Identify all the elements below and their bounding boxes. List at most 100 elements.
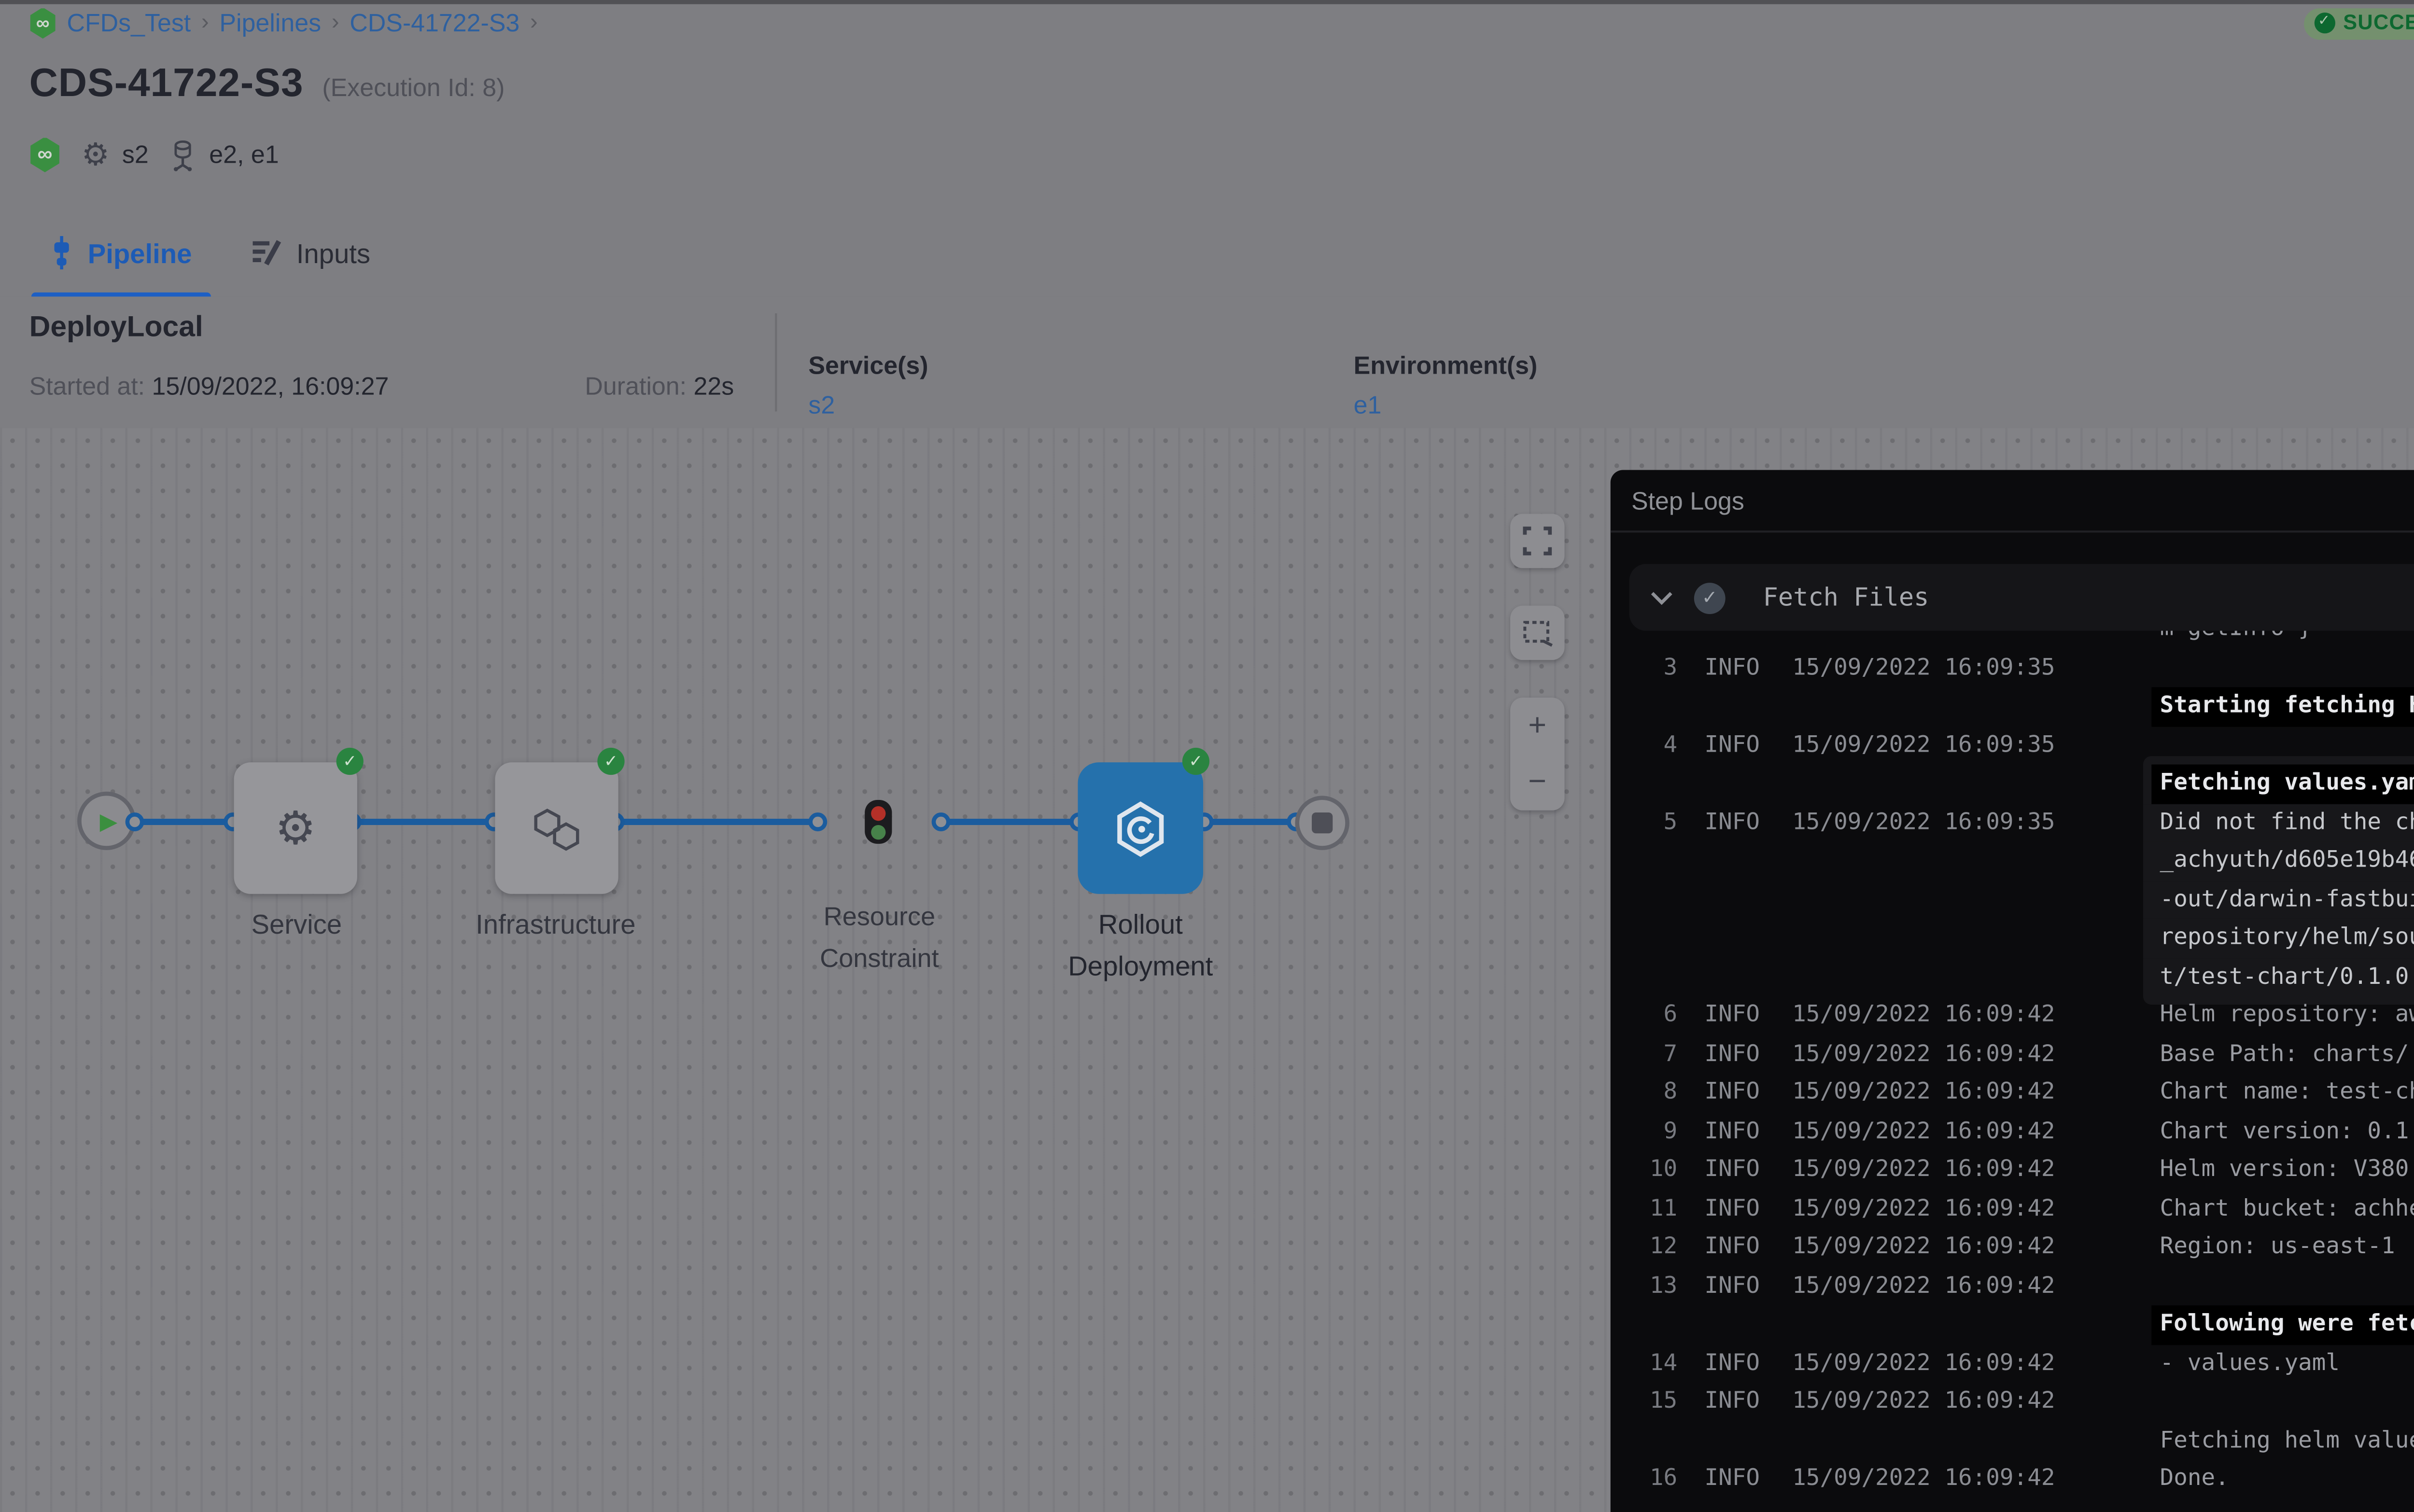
rollout-success-icon: ✓ bbox=[1182, 748, 1209, 775]
meta-row: ∞ ⚙ s2 e2, e1 bbox=[29, 134, 279, 176]
edge bbox=[614, 818, 817, 824]
service-node[interactable]: ⚙ bbox=[234, 762, 357, 894]
log-timestamp: 15/09/2022 16:09:42 bbox=[1792, 1151, 2055, 1190]
service-gear-icon: ⚙ bbox=[82, 139, 110, 170]
breadcrumb-pipeline-name[interactable]: CDS-41722-S3 bbox=[350, 8, 519, 38]
log-level: INFO bbox=[1704, 1383, 1760, 1421]
service-chip-label: s2 bbox=[122, 140, 149, 169]
log-line-number: 14 bbox=[1619, 1344, 1677, 1383]
log-row: repository/helm/source/93602db7-89f2-317… bbox=[1611, 919, 2414, 958]
log-level: INFO bbox=[1704, 1267, 1760, 1305]
step-logs-title: Step Logs bbox=[1631, 486, 1744, 515]
page-title: CDS-41722-S3 bbox=[29, 63, 304, 109]
breadcrumb-project[interactable]: CFDs_Test bbox=[67, 8, 191, 38]
marquee-select-icon bbox=[1522, 619, 1553, 646]
execution-id: (Execution Id: 8) bbox=[322, 73, 505, 102]
tab-bar: Pipeline Inputs Console View bbox=[0, 209, 2414, 299]
canvas-zoom-controls: + − bbox=[1510, 698, 1564, 811]
environments-chip[interactable]: e2, e1 bbox=[169, 139, 279, 170]
log-timestamp: 15/09/2022 16:09:35 bbox=[1792, 803, 2055, 842]
log-message: Done. bbox=[2160, 1460, 2229, 1498]
log-row: 10INFO15/09/2022 16:09:42Helm version: V… bbox=[1611, 1151, 2414, 1190]
breadcrumb-pipelines[interactable]: Pipelines bbox=[219, 8, 321, 38]
canvas-select-button[interactable] bbox=[1510, 606, 1564, 660]
log-level: INFO bbox=[1704, 1112, 1760, 1151]
log-message: repository/helm/source/93602db7-89f2-317… bbox=[2160, 919, 2414, 958]
log-row: Fetching helm values completed successfu… bbox=[1611, 1421, 2414, 1460]
helm-step-icon bbox=[1113, 799, 1167, 857]
log-level: INFO bbox=[1704, 648, 1760, 687]
harness-pipeline-execution-page: ∞ CFDs_Test › Pipelines › CDS-41722-S3 ›… bbox=[0, 0, 2414, 1512]
log-line-number: 9 bbox=[1619, 1112, 1677, 1151]
log-timestamp: 15/09/2022 16:09:42 bbox=[1792, 1344, 2055, 1383]
log-level: INFO bbox=[1704, 1228, 1760, 1267]
log-level: INFO bbox=[1704, 1035, 1760, 1074]
execution-status-row: ✓ SUCCESS Start time 15/09/2022 16:09:26… bbox=[2303, 4, 2414, 42]
log-timestamp: 15/09/2022 16:09:35 bbox=[1792, 648, 2055, 687]
status-badge-label: SUCCESS bbox=[2343, 12, 2414, 35]
stop-icon bbox=[1312, 812, 1333, 833]
breadcrumb-separator: › bbox=[332, 11, 339, 36]
stage-environments: Environment(s) e1 bbox=[1354, 351, 1538, 420]
service-success-icon: ✓ bbox=[337, 748, 364, 775]
resource-constraint-node[interactable] bbox=[865, 800, 892, 844]
collapse-chevron-icon[interactable] bbox=[1650, 590, 1673, 604]
edge bbox=[134, 818, 232, 824]
services-value[interactable]: s2 bbox=[808, 391, 928, 420]
resource-constraint-label: Resource Constraint bbox=[786, 896, 973, 980]
infrastructure-node[interactable] bbox=[495, 762, 618, 894]
started-at-label: Started at: bbox=[29, 372, 152, 401]
log-message: Fetching helm values completed successfu… bbox=[2160, 1421, 2414, 1460]
log-message: Helm version: V380 bbox=[2160, 1151, 2409, 1190]
stage-duration: Duration: 22s bbox=[585, 372, 734, 401]
log-row: Fetching values.yaml from helm chart rep… bbox=[1611, 764, 2414, 803]
log-level: INFO bbox=[1704, 1190, 1760, 1228]
log-message: t/test-chart/0.1.0 bbox=[2160, 958, 2409, 996]
log-timestamp: 15/09/2022 16:09:42 bbox=[1792, 1383, 2055, 1421]
success-check-icon: ✓ bbox=[2314, 13, 2335, 33]
log-row: Following were fetched successfully : bbox=[1611, 1305, 2414, 1344]
environments-label: Environment(s) bbox=[1354, 351, 1538, 380]
tab-inputs-label: Inputs bbox=[296, 237, 370, 268]
environments-value[interactable]: e1 bbox=[1354, 391, 1538, 420]
log-timestamp: 15/09/2022 16:09:42 bbox=[1792, 1190, 2055, 1228]
stage-started: Started at: 15/09/2022, 16:09:27 bbox=[29, 372, 389, 401]
log-row: 8INFO15/09/2022 16:09:42Chart name: test… bbox=[1611, 1074, 2414, 1112]
zoom-out-button[interactable]: − bbox=[1510, 754, 1564, 811]
step-section-title: Fetch Files bbox=[1763, 583, 1929, 612]
window-top-edge bbox=[0, 0, 2414, 4]
title-row: CDS-41722-S3 (Execution Id: 8) bbox=[29, 63, 505, 109]
log-line-number: 6 bbox=[1619, 996, 1677, 1035]
canvas-fullscreen-button[interactable] bbox=[1510, 514, 1564, 568]
zoom-in-button[interactable]: + bbox=[1510, 698, 1564, 754]
rollout-deployment-node[interactable] bbox=[1078, 762, 1203, 894]
log-message: Base Path: charts/ bbox=[2160, 1035, 2409, 1074]
stage-info-bar: DeployLocal Started at: 15/09/2022, 16:0… bbox=[0, 296, 2414, 430]
end-node[interactable] bbox=[1295, 796, 1349, 850]
log-timestamp: 15/09/2022 16:09:35 bbox=[1792, 726, 2055, 764]
log-message: Following were fetched successfully : bbox=[2151, 1305, 2414, 1344]
edge bbox=[351, 818, 493, 824]
step-section-header[interactable]: ✓ Fetch Files ↑ ↓ 9s bbox=[1629, 564, 2414, 630]
log-line-number: 15 bbox=[1619, 1383, 1677, 1421]
tab-inputs[interactable]: Inputs bbox=[251, 237, 370, 268]
log-level: INFO bbox=[1704, 1151, 1760, 1190]
started-at-value: 15/09/2022, 16:09:27 bbox=[152, 372, 389, 401]
pipeline-logo-icon: ∞ bbox=[29, 137, 61, 172]
log-message: Region: us-east-1 bbox=[2160, 1228, 2395, 1267]
tab-pipeline[interactable]: Pipeline bbox=[50, 236, 192, 269]
services-label: Service(s) bbox=[808, 351, 928, 380]
log-rows: m getInfo }3INFO15/09/2022 16:09:35Start… bbox=[1611, 610, 2414, 1498]
stage-name: DeployLocal bbox=[29, 309, 203, 342]
edge bbox=[940, 818, 1078, 824]
infrastructure-success-icon: ✓ bbox=[597, 748, 624, 775]
log-level: INFO bbox=[1704, 803, 1760, 842]
breadcrumb-separator: › bbox=[530, 11, 538, 36]
service-chip[interactable]: ⚙ s2 bbox=[82, 139, 149, 170]
stage-services: Service(s) s2 bbox=[808, 351, 928, 420]
log-row: Starting fetching Helm values bbox=[1611, 687, 2414, 726]
log-row: -out/darwin-fastbuild/bin/260-delegate/e… bbox=[1611, 881, 2414, 919]
log-line-number: 5 bbox=[1619, 803, 1677, 842]
log-message: Did not find the chart and version in lo… bbox=[2160, 803, 2414, 842]
log-line-number: 4 bbox=[1619, 726, 1677, 764]
